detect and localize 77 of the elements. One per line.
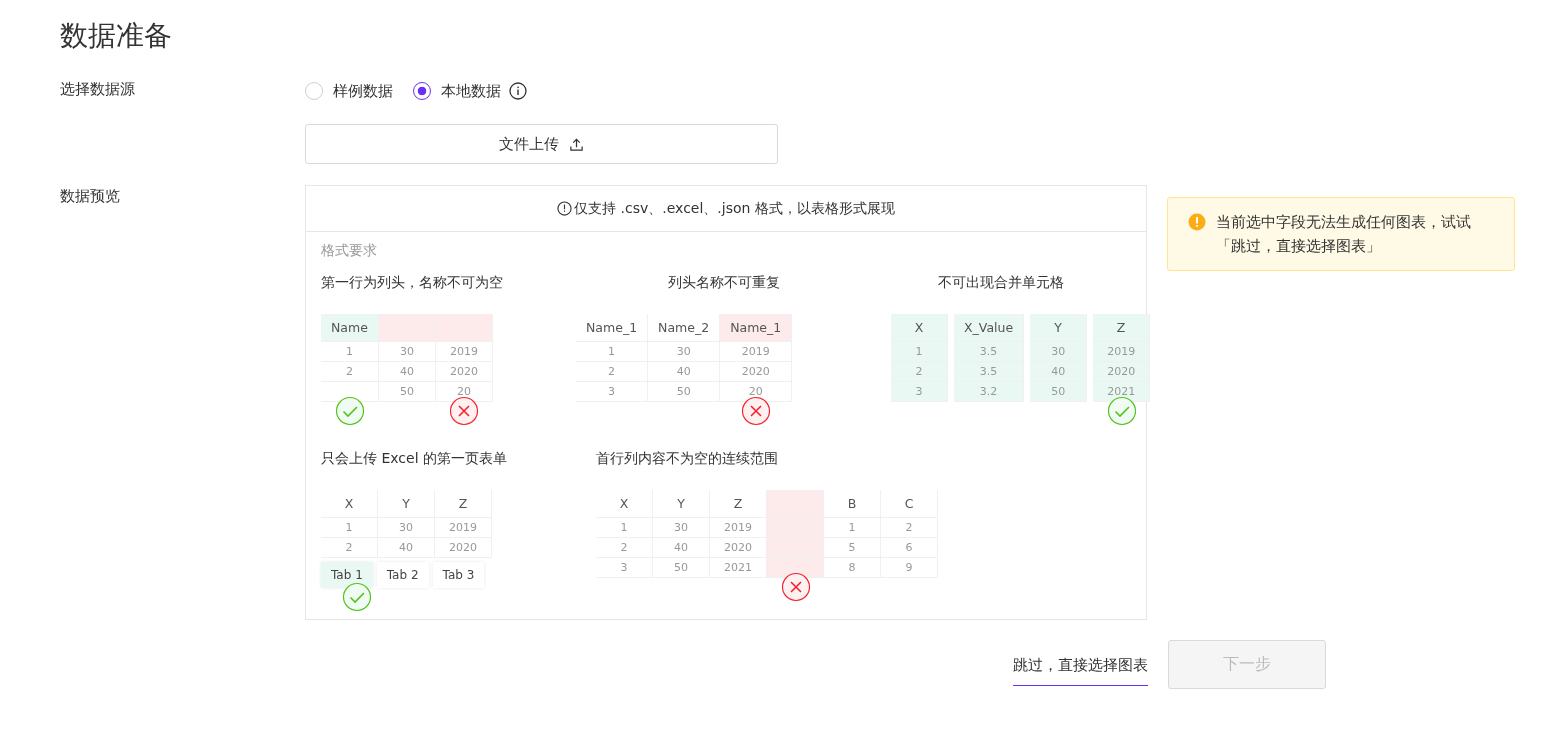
example-title: 不可出现合并单元格 bbox=[937, 274, 1065, 293]
table-cell: 40 bbox=[378, 362, 436, 383]
header-cell: Name_1 bbox=[576, 314, 649, 343]
table-cell: 1 bbox=[596, 518, 653, 539]
table-cell: 2 bbox=[881, 518, 938, 539]
info-icon bbox=[557, 201, 573, 217]
table-cell: 50 bbox=[378, 382, 436, 403]
example-title: 首行列内容不为空的连续范围 bbox=[596, 450, 779, 469]
upload-icon bbox=[569, 136, 584, 152]
table-cell: 2020 bbox=[1093, 362, 1151, 383]
table-cell: 1 bbox=[321, 518, 378, 539]
table-cell: 3 bbox=[576, 382, 649, 403]
header-cell: Y bbox=[1030, 314, 1088, 343]
header-cell: X_Value bbox=[954, 314, 1025, 343]
header-cell: X bbox=[596, 490, 653, 519]
header-cell: Z bbox=[1093, 314, 1151, 343]
field-label: 数据预览 bbox=[60, 186, 121, 207]
table-cell: 30 bbox=[1030, 342, 1088, 363]
header-cell: Z bbox=[435, 490, 492, 519]
table-cell: 30 bbox=[648, 342, 721, 363]
table-cell: 2 bbox=[321, 538, 378, 559]
example-title: 只会上传 Excel 的第一页表单 bbox=[321, 450, 508, 469]
header-cell: X bbox=[891, 314, 948, 343]
table-cell: 2020 bbox=[435, 362, 493, 383]
upload-button[interactable]: 文件上传 bbox=[305, 124, 778, 165]
header-cell: X bbox=[321, 490, 378, 519]
table-cell: 40 bbox=[378, 538, 435, 559]
table-cell: 2 bbox=[891, 362, 948, 383]
page-title: 数据准备 bbox=[60, 18, 173, 54]
table-cell: 2 bbox=[576, 362, 649, 383]
table-cell: 9 bbox=[881, 558, 938, 579]
table-cell: 2019 bbox=[1093, 342, 1151, 363]
table-cell: 3 bbox=[891, 382, 948, 403]
table-cell: 30 bbox=[653, 518, 710, 539]
alert-message: 当前选中字段无法生成任何图表，试试「跳过，直接选择图表」 bbox=[1216, 212, 1472, 258]
radio-option[interactable]: 样例数据 bbox=[305, 81, 393, 101]
section-title: 格式要求 bbox=[321, 242, 378, 261]
table-cell: 3.2 bbox=[954, 382, 1025, 403]
example-title: 第一行为列头，名称不可为空 bbox=[321, 274, 504, 293]
table-cell: 2020 bbox=[435, 538, 492, 559]
table-cell: 2019 bbox=[435, 518, 492, 539]
table-cell: 40 bbox=[1030, 362, 1088, 383]
table-cell: 2020 bbox=[720, 362, 793, 383]
skip-link[interactable]: 跳过，直接选择图表 bbox=[1013, 643, 1148, 686]
table-cell: 40 bbox=[653, 538, 710, 559]
table-cell: 50 bbox=[653, 558, 710, 579]
table-cell: 8 bbox=[824, 558, 881, 579]
table-cell: 40 bbox=[648, 362, 721, 383]
table-cell: 50 bbox=[1030, 382, 1088, 403]
table-cell: 3.5 bbox=[954, 362, 1025, 383]
radio-option[interactable]: 本地数据 bbox=[413, 81, 501, 101]
table-cell: 6 bbox=[881, 538, 938, 559]
table-cell: 2 bbox=[321, 362, 379, 383]
header-cell: Name bbox=[321, 314, 379, 343]
table-cell: 50 bbox=[648, 382, 721, 403]
table-cell: 1 bbox=[576, 342, 649, 363]
table-cell: 1 bbox=[824, 518, 881, 539]
header-cell: Name_1 bbox=[720, 314, 793, 343]
table-cell: 2019 bbox=[720, 342, 793, 363]
table-cell: 3 bbox=[596, 558, 653, 579]
format-notice: 仅支持 .csv、.excel、.json 格式，以表格形式展现 bbox=[574, 199, 895, 218]
table-cell: 5 bbox=[824, 538, 881, 559]
table-cell: 30 bbox=[378, 342, 436, 363]
header-cell: C bbox=[881, 490, 938, 519]
table-cell: 30 bbox=[378, 518, 435, 539]
example-title: 列头名称不可重复 bbox=[666, 274, 781, 293]
header-cell: B bbox=[824, 490, 881, 519]
table-cell: 3.5 bbox=[954, 342, 1025, 363]
table-cell: 2 bbox=[596, 538, 653, 559]
field-label: 选择数据源 bbox=[60, 79, 136, 100]
header-cell: Y bbox=[378, 490, 435, 519]
table-cell: 1 bbox=[891, 342, 948, 363]
warning-icon bbox=[1188, 213, 1206, 232]
table-cell: 2019 bbox=[435, 342, 493, 363]
info-icon[interactable] bbox=[509, 82, 527, 101]
table-cell: 1 bbox=[321, 342, 379, 363]
header-cell: Y bbox=[653, 490, 710, 519]
